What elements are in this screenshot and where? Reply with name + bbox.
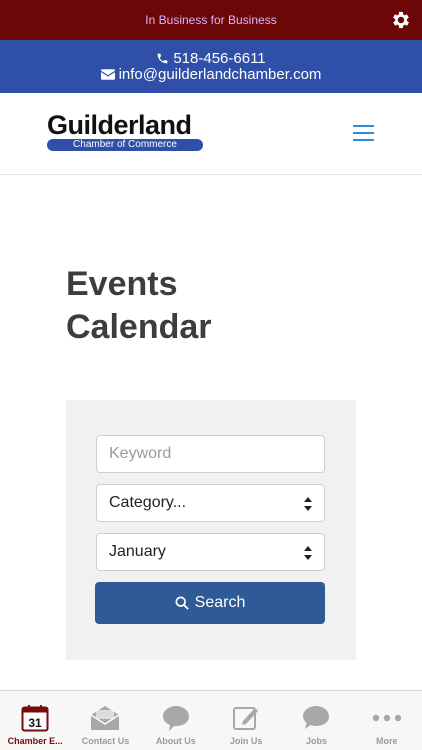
search-button-label: Search: [194, 594, 246, 611]
search-icon: [175, 596, 189, 610]
tab-join-us[interactable]: Join Us: [211, 691, 281, 750]
tab-about-us[interactable]: About Us: [141, 691, 211, 750]
month-value: January: [109, 543, 166, 560]
select-arrows-icon: [304, 497, 312, 511]
page-title: Events Calendar: [66, 263, 366, 349]
tab-jobs[interactable]: Jobs: [281, 691, 351, 750]
contact-bar: 518-456-6611 info@guilderlandchamber.com: [0, 40, 422, 93]
envelope-icon: [100, 69, 115, 80]
tab-label: Chamber E...: [7, 736, 63, 746]
tab-label: Jobs: [305, 736, 327, 746]
more-dots-icon: [372, 714, 401, 722]
envelope-icon: [91, 706, 120, 730]
phone-row[interactable]: 518-456-6611: [156, 49, 266, 67]
gear-icon[interactable]: [390, 9, 412, 31]
email-row[interactable]: info@guilderlandchamber.com: [100, 65, 322, 83]
email-address: info@guilderlandchamber.com: [118, 65, 322, 83]
tab-label: Join Us: [229, 736, 263, 746]
search-button[interactable]: Search: [95, 582, 325, 624]
tab-label: More: [376, 736, 398, 746]
chat-bubble-icon: [303, 706, 330, 729]
page-title-line1: Events: [66, 265, 178, 303]
page-title-line2: Calendar: [66, 308, 212, 346]
calendar-icon: 31: [21, 705, 49, 732]
event-search-panel: Keyword Category... January Search: [66, 400, 356, 660]
category-value: Category...: [109, 494, 187, 511]
logo-title: Guilderland: [47, 110, 192, 140]
hamburger-menu-icon[interactable]: [353, 125, 374, 141]
chamber-logo[interactable]: Guilderland Chamber of Commerce: [47, 111, 205, 151]
month-select[interactable]: January: [96, 533, 325, 571]
phone-number: 518-456-6611: [173, 49, 266, 67]
site-header: Guilderland Chamber of Commerce: [0, 93, 422, 175]
bottom-tab-bar: 31 Chamber E... Contact Us About Us Join…: [0, 690, 422, 750]
category-select[interactable]: Category...: [96, 484, 325, 522]
edit-icon: [233, 707, 259, 730]
phone-icon: [157, 53, 168, 64]
tab-chamber-events[interactable]: 31 Chamber E...: [0, 691, 70, 750]
tagline: In Business for Business: [145, 13, 277, 27]
logo-subtitle: Chamber of Commerce: [47, 139, 203, 151]
tab-label: Contact Us: [81, 736, 130, 746]
select-arrows-icon: [304, 546, 312, 560]
tab-more[interactable]: More: [352, 691, 422, 750]
calendar-day: 31: [28, 716, 42, 730]
keyword-input[interactable]: Keyword: [96, 435, 325, 473]
speech-bubble-icon: [162, 706, 189, 731]
keyword-placeholder: Keyword: [109, 445, 172, 462]
top-bar: In Business for Business: [0, 0, 422, 40]
tab-label: About Us: [155, 736, 196, 746]
tab-contact-us[interactable]: Contact Us: [70, 691, 140, 750]
